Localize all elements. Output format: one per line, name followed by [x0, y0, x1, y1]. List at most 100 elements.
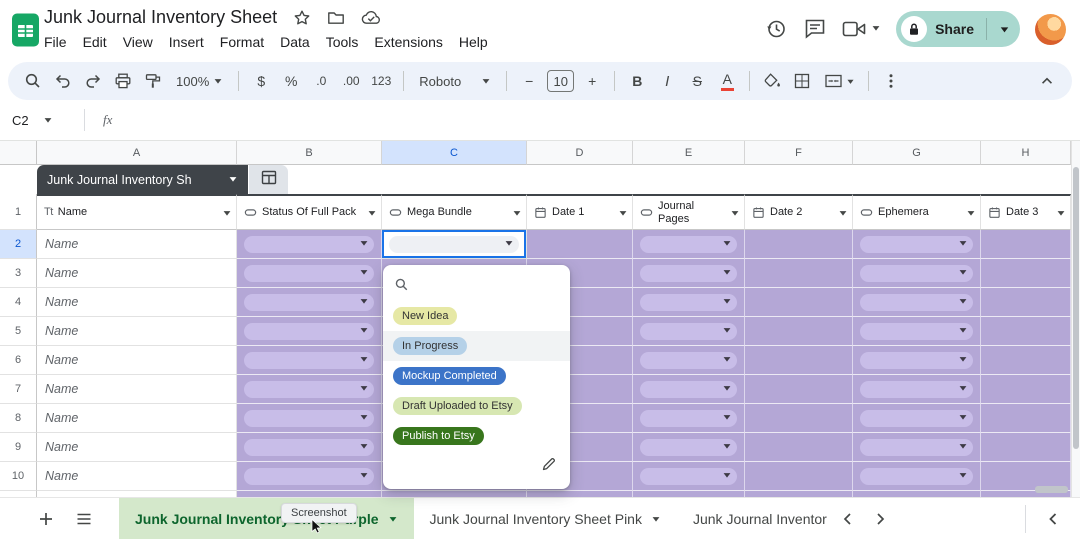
status-chip[interactable] — [244, 264, 374, 282]
document-title[interactable]: Junk Journal Inventory Sheet — [44, 7, 277, 28]
header-cell-H1[interactable]: Date 3 — [981, 194, 1071, 230]
font-size-input[interactable]: 10 — [547, 70, 575, 92]
cell-G7[interactable] — [853, 375, 981, 404]
cell-E9[interactable] — [633, 433, 745, 462]
undo-button[interactable] — [50, 68, 76, 94]
cell-G4[interactable] — [853, 288, 981, 317]
decrease-decimal-button[interactable]: .0 — [308, 68, 334, 94]
column-header-F[interactable]: F — [745, 141, 853, 165]
cell-A5[interactable]: Name — [37, 317, 237, 346]
cell-G5[interactable] — [853, 317, 981, 346]
row-header-9[interactable]: 9 — [0, 433, 37, 462]
cell-E2[interactable] — [633, 230, 745, 259]
cell-E10[interactable] — [633, 462, 745, 491]
cell-F2[interactable] — [745, 230, 853, 259]
column-header-B[interactable]: B — [237, 141, 382, 165]
merge-cells-button[interactable] — [819, 68, 859, 94]
status-chip[interactable] — [244, 409, 374, 427]
bold-button[interactable]: B — [624, 68, 650, 94]
status-chip[interactable] — [640, 235, 737, 253]
cell-G8[interactable] — [853, 404, 981, 433]
horizontal-scrollbar-thumb[interactable] — [1035, 486, 1068, 493]
star-button[interactable] — [293, 9, 311, 27]
version-history-button[interactable] — [764, 17, 788, 41]
menu-data[interactable]: Data — [272, 31, 318, 53]
cell-B7[interactable] — [237, 375, 382, 404]
column-header-C[interactable]: C — [382, 141, 527, 165]
status-chip[interactable] — [860, 264, 973, 282]
status-chip[interactable] — [389, 235, 519, 253]
cell-B8[interactable] — [237, 404, 382, 433]
sheet-tab[interactable]: Junk Journal Inventor — [677, 498, 827, 539]
row-header-3[interactable]: 3 — [0, 259, 37, 288]
status-chip[interactable] — [640, 322, 737, 340]
cell-F5[interactable] — [745, 317, 853, 346]
account-avatar[interactable] — [1035, 13, 1066, 45]
dropdown-option[interactable]: Draft Uploaded to Etsy — [383, 391, 570, 421]
column-header-G[interactable]: G — [853, 141, 981, 165]
dropdown-search[interactable] — [383, 272, 572, 301]
status-chip[interactable] — [244, 380, 374, 398]
status-chip[interactable] — [640, 351, 737, 369]
status-chip[interactable] — [244, 293, 374, 311]
header-cell-E1[interactable]: Journal Pages — [633, 194, 745, 230]
cell-E5[interactable] — [633, 317, 745, 346]
status-chip[interactable] — [860, 380, 973, 398]
status-chip[interactable] — [244, 235, 374, 253]
edit-options-button[interactable] — [541, 456, 557, 477]
redo-button[interactable] — [80, 68, 106, 94]
status-chip[interactable] — [244, 467, 374, 485]
borders-button[interactable] — [789, 68, 815, 94]
vertical-scrollbar[interactable] — [1071, 141, 1080, 497]
status-chip[interactable] — [860, 322, 973, 340]
percent-format-button[interactable]: % — [278, 68, 304, 94]
cell-H2[interactable] — [981, 230, 1071, 259]
menu-insert[interactable]: Insert — [161, 31, 212, 53]
cell-B5[interactable] — [237, 317, 382, 346]
cell-H9[interactable] — [981, 433, 1071, 462]
row-header-10[interactable]: 10 — [0, 462, 37, 491]
cell-A9[interactable]: Name — [37, 433, 237, 462]
status-chip[interactable] — [860, 293, 973, 311]
cell-A4[interactable]: Name — [37, 288, 237, 317]
cloud-status-icon[interactable] — [361, 9, 382, 26]
cell-A3[interactable]: Name — [37, 259, 237, 288]
strikethrough-button[interactable]: S — [684, 68, 710, 94]
cell-H6[interactable] — [981, 346, 1071, 375]
meet-video-button[interactable] — [842, 20, 881, 38]
currency-format-button[interactable]: $ — [248, 68, 274, 94]
cell-B2[interactable] — [237, 230, 382, 259]
cell-A10[interactable]: Name — [37, 462, 237, 491]
row-header-6[interactable]: 6 — [0, 346, 37, 375]
cell-C2[interactable] — [382, 230, 527, 259]
cell-A8[interactable]: Name — [37, 404, 237, 433]
cell-B10[interactable] — [237, 462, 382, 491]
status-chip[interactable] — [640, 264, 737, 282]
status-chip[interactable] — [640, 438, 737, 456]
row-header-7[interactable]: 7 — [0, 375, 37, 404]
cell-F8[interactable] — [745, 404, 853, 433]
fill-color-button[interactable] — [759, 68, 785, 94]
cell-B9[interactable] — [237, 433, 382, 462]
cell-A2[interactable]: Name — [37, 230, 237, 259]
zoom-select[interactable]: 100% — [170, 68, 229, 94]
more-toolbar-button[interactable] — [878, 68, 904, 94]
scroll-tabs-right-button[interactable] — [867, 506, 893, 532]
paint-format-button[interactable] — [140, 68, 166, 94]
column-header-H[interactable]: H — [981, 141, 1071, 165]
cell-B6[interactable] — [237, 346, 382, 375]
cell-F7[interactable] — [745, 375, 853, 404]
formula-input[interactable] — [112, 100, 1080, 140]
move-folder-button[interactable] — [327, 9, 345, 27]
status-chip[interactable] — [860, 467, 973, 485]
cell-H3[interactable] — [981, 259, 1071, 288]
cell-D2[interactable] — [527, 230, 633, 259]
column-header-A[interactable]: A — [37, 141, 237, 165]
row-header-1[interactable]: 1 — [0, 194, 37, 230]
dropdown-option[interactable]: New Idea — [383, 301, 570, 331]
status-chip[interactable] — [640, 293, 737, 311]
menu-format[interactable]: Format — [212, 31, 272, 53]
cell-H8[interactable] — [981, 404, 1071, 433]
cell-F6[interactable] — [745, 346, 853, 375]
cell-G10[interactable] — [853, 462, 981, 491]
